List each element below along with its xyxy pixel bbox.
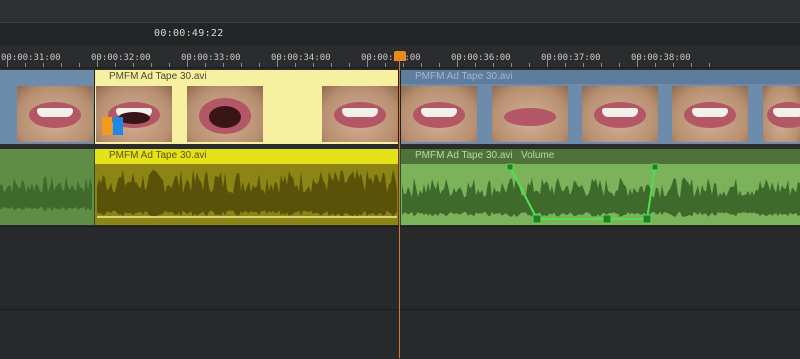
ruler-minor-tick — [673, 63, 674, 67]
ruler-minor-tick — [475, 63, 476, 67]
timecode-display[interactable]: 00:00:49:22 — [154, 28, 224, 39]
frame-thumbnail — [672, 86, 748, 142]
video-clip-title: PMFM Ad Tape 30.avi — [95, 70, 398, 84]
blue-marker[interactable] — [113, 117, 123, 135]
ruler-minor-tick — [313, 63, 314, 67]
empty-track[interactable] — [0, 226, 800, 309]
frame-thumbnail — [401, 86, 477, 142]
audio-track[interactable]: PMFM Ad Tape 30.avi PMFM Ad Tape 30.avi … — [0, 149, 800, 225]
ruler-minor-tick — [241, 63, 242, 67]
frame-thumbnail — [322, 86, 398, 142]
ruler-minor-tick — [205, 63, 206, 67]
ruler-time-label: 00:00:31:00 — [1, 53, 61, 63]
ruler-minor-tick — [565, 63, 566, 67]
ruler-minor-tick — [385, 63, 386, 67]
ruler-minor-tick — [223, 63, 224, 67]
video-clip-title: PMFM Ad Tape 30.avi — [401, 70, 800, 84]
ruler-time-label: 00:00:36:00 — [451, 53, 511, 63]
ruler-time-label: 00:00:33:00 — [181, 53, 241, 63]
audio-clip-title: PMFM Ad Tape 30.avi — [415, 150, 513, 161]
frame-thumbnail — [17, 86, 93, 142]
ruler-minor-tick — [655, 63, 656, 67]
ruler-minor-tick — [25, 63, 26, 67]
frame-thumbnail — [187, 86, 263, 142]
audio-clip-title-row: PMFM Ad Tape 30.avi Volume — [401, 149, 800, 163]
ruler-minor-tick — [61, 63, 62, 67]
ruler-minor-tick — [709, 63, 710, 67]
playhead-handle[interactable] — [394, 51, 406, 61]
frame-thumbnail — [763, 86, 800, 142]
ruler-minor-tick — [583, 63, 584, 67]
ruler-minor-tick — [349, 63, 350, 67]
ruler-minor-tick — [169, 63, 170, 67]
orange-marker[interactable] — [102, 117, 112, 135]
ruler-minor-tick — [115, 63, 116, 67]
ruler-minor-tick — [511, 63, 512, 67]
ruler-minor-tick — [691, 63, 692, 67]
audio-clip-title: PMFM Ad Tape 30.avi — [109, 150, 207, 161]
volume-label: Volume — [521, 150, 555, 161]
top-toolbar — [0, 0, 800, 23]
frame-thumbnail — [582, 86, 658, 142]
ruler-minor-tick — [421, 63, 422, 67]
ruler-minor-tick — [439, 63, 440, 67]
ruler-minor-tick — [43, 63, 44, 67]
video-track[interactable]: PMFM Ad Tape 30.avi PMFM Ad Tape 30.avi — [0, 70, 800, 144]
ruler-minor-tick — [151, 63, 152, 67]
timecode-bar — [0, 23, 800, 45]
ruler-minor-tick — [403, 63, 404, 67]
audio-clip-volume[interactable]: PMFM Ad Tape 30.avi Volume — [401, 149, 800, 225]
playhead-line[interactable] — [399, 58, 400, 358]
ruler-time-label: 00:00:37:00 — [541, 53, 601, 63]
ruler-time-label: 00:00:32:00 — [91, 53, 151, 63]
ruler-time-label: 00:00:38:00 — [631, 53, 691, 63]
ruler-minor-tick — [259, 63, 260, 67]
ruler-minor-tick — [331, 63, 332, 67]
ruler-time-label: 00:00:34:00 — [271, 53, 331, 63]
ruler-minor-tick — [133, 63, 134, 67]
audio-clip-selected[interactable]: PMFM Ad Tape 30.avi — [95, 149, 398, 225]
ruler-minor-tick — [529, 63, 530, 67]
empty-track[interactable] — [0, 309, 800, 359]
ruler-minor-tick — [295, 63, 296, 67]
frame-thumbnail — [492, 86, 568, 142]
ruler-time-label: 00:00:35:00 — [361, 53, 421, 63]
ruler-minor-tick — [493, 63, 494, 67]
ruler-minor-tick — [79, 63, 80, 67]
ruler-minor-tick — [619, 63, 620, 67]
ruler-minor-tick — [601, 63, 602, 67]
